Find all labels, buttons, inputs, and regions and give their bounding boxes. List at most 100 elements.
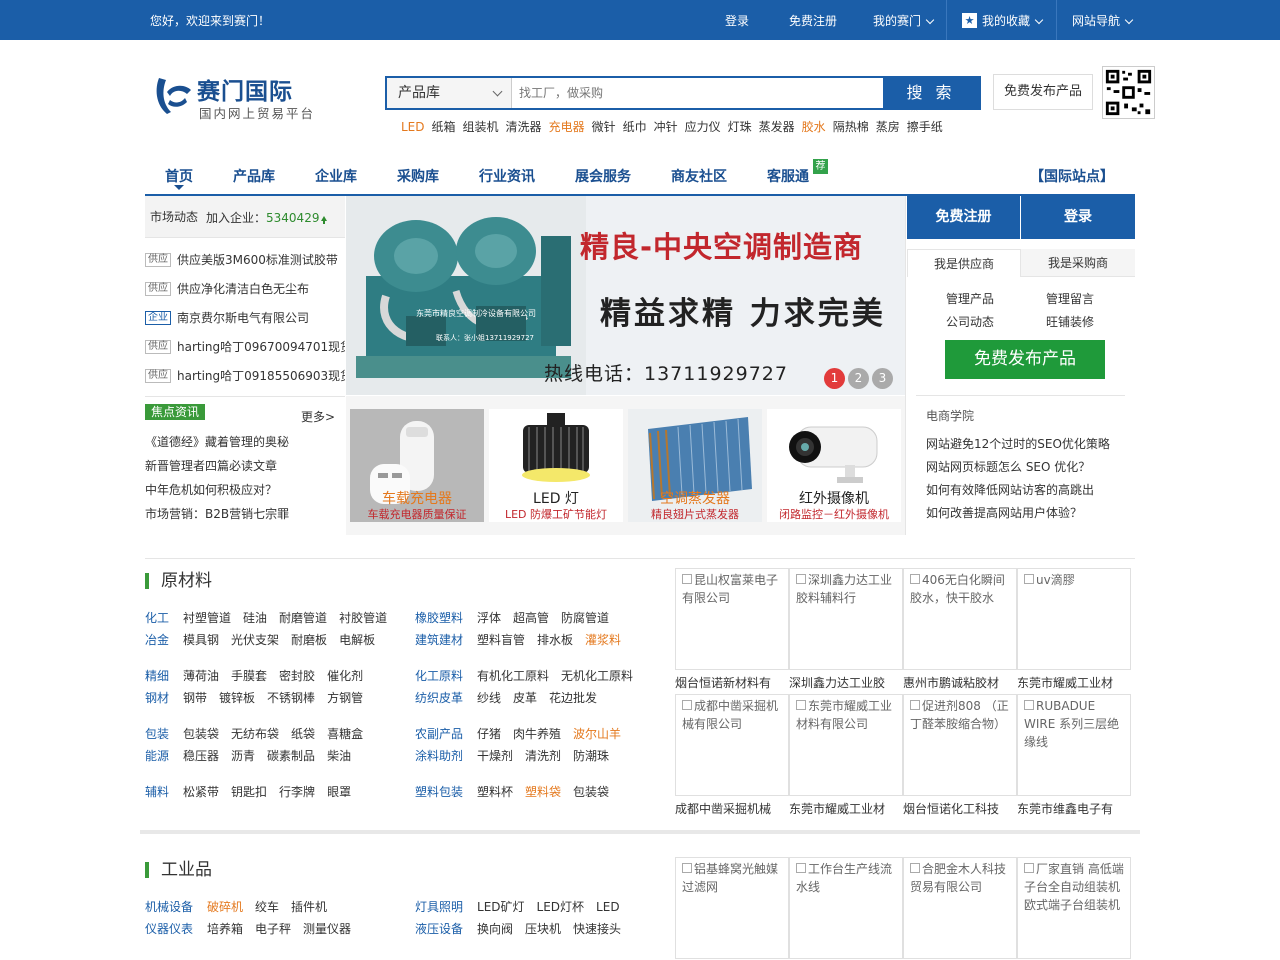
category-heading-link[interactable]: 钢材 [145, 691, 169, 705]
nav-products[interactable]: 产品库 [233, 166, 275, 186]
market-item[interactable]: 供应 harting哈丁09185506903现货 [145, 367, 345, 387]
search-button[interactable]: 搜 索 [883, 78, 979, 108]
product-card-ir-camera[interactable]: 红外摄像机 闭路监控－红外摄像机 [767, 409, 901, 522]
category-item-link[interactable]: 插件机 [291, 900, 327, 914]
category-item-link[interactable]: 钥匙扣 [231, 785, 267, 799]
hot-word-link[interactable]: 灯珠 [728, 120, 752, 134]
hot-word-link[interactable]: 隔热棉 [833, 120, 869, 134]
hot-word-link[interactable]: 蒸发器 [759, 120, 795, 134]
hot-word-link[interactable]: 纸巾 [623, 120, 647, 134]
site-logo[interactable]: 赛门国际 国内网上贸易平台 [153, 72, 325, 122]
category-item-link[interactable]: 波尔山羊 [573, 727, 621, 741]
category-heading-link[interactable]: 橡胶塑料 [415, 611, 463, 625]
category-item-link[interactable]: 仔猪 [477, 727, 501, 741]
category-item-link[interactable]: 测量仪器 [303, 922, 351, 936]
register-button[interactable]: 免费注册 [907, 196, 1020, 239]
gallery-item[interactable]: 东莞市耀威工业材料有限公司 [789, 694, 903, 796]
category-item-link[interactable]: 塑料袋 [525, 785, 561, 799]
gallery-item[interactable]: RUBADUE WIRE 系列三层绝缘线 [1017, 694, 1131, 796]
category-item-link[interactable]: 包装袋 [573, 785, 609, 799]
hot-word-link[interactable]: 应力仪 [685, 120, 721, 134]
category-item-link[interactable]: 方钢管 [327, 691, 363, 705]
publish-product-green-button[interactable]: 免费发布产品 [945, 340, 1105, 379]
category-heading-link[interactable]: 纺织皮革 [415, 691, 463, 705]
nav-purchases[interactable]: 采购库 [397, 166, 439, 186]
category-item-link[interactable]: 干燥剂 [477, 749, 513, 763]
academy-article[interactable]: 网站避免12个过时的SEO优化策略 [926, 435, 1110, 452]
category-heading-link[interactable]: 化工 [145, 611, 169, 625]
category-item-link[interactable]: 手膜套 [231, 669, 267, 683]
category-item-link[interactable]: LED [596, 900, 620, 914]
hot-word-link[interactable]: 清洗器 [506, 120, 542, 134]
category-item-link[interactable]: 喜糖盒 [327, 727, 363, 741]
category-item-link[interactable]: 纸袋 [291, 727, 315, 741]
category-item-link[interactable]: 电子秤 [255, 922, 291, 936]
category-heading-link[interactable]: 能源 [145, 749, 169, 763]
category-item-link[interactable]: 超高管 [513, 611, 549, 625]
login-button[interactable]: 登录 [1021, 196, 1135, 239]
category-item-link[interactable]: 柴油 [327, 749, 351, 763]
nav-customer-service[interactable]: 客服通 [767, 166, 809, 186]
favorites-menu[interactable]: ★ 我的收藏 [962, 12, 1044, 29]
academy-article[interactable]: 如何改善提高网站用户体验？ [926, 504, 1082, 521]
register-link[interactable]: 免费注册 [789, 12, 837, 29]
category-item-link[interactable]: 塑料杯 [477, 785, 513, 799]
gallery-item[interactable]: 铝基蜂窝光触媒过滤网 [675, 857, 789, 959]
category-item-link[interactable]: 沥青 [231, 749, 255, 763]
category-item-link[interactable]: 衬塑管道 [183, 611, 231, 625]
category-item-link[interactable]: LED矿灯 [477, 900, 525, 914]
category-item-link[interactable]: 排水板 [537, 633, 573, 647]
category-item-link[interactable]: 有机化工原料 [477, 669, 549, 683]
manage-messages-link[interactable]: 管理留言 [1046, 290, 1094, 307]
product-card-led-lamp[interactable]: LED 灯 LED 防爆工矿节能灯 [489, 409, 623, 522]
hot-word-link[interactable]: 冲针 [654, 120, 678, 134]
my-saimen-menu[interactable]: 我的赛门 [873, 12, 935, 29]
nav-international[interactable]: 【国际站点】 [1030, 166, 1114, 186]
login-link[interactable]: 登录 [725, 12, 749, 29]
category-heading-link[interactable]: 灯具照明 [415, 900, 463, 914]
category-item-link[interactable]: 衬胶管道 [339, 611, 387, 625]
category-item-link[interactable]: 无机化工原料 [561, 669, 633, 683]
category-heading-link[interactable]: 涂料助剂 [415, 749, 463, 763]
category-item-link[interactable]: 不锈钢棒 [267, 691, 315, 705]
news-item[interactable]: 新晋管理者四篇必读文章 [145, 457, 277, 474]
more-news-link[interactable]: 更多> [301, 408, 335, 425]
category-item-link[interactable]: 催化剂 [327, 669, 363, 683]
category-item-link[interactable]: 换向阀 [477, 922, 513, 936]
category-item-link[interactable]: 塑料盲管 [477, 633, 525, 647]
shop-decoration-link[interactable]: 旺铺装修 [1046, 313, 1094, 330]
carousel-dot-3[interactable]: 3 [872, 368, 893, 389]
category-item-link[interactable]: 破碎机 [207, 900, 243, 914]
product-card-evaporator[interactable]: 空调蒸发器 精良翅片式蒸发器 [628, 409, 762, 522]
category-item-link[interactable]: 松紧带 [183, 785, 219, 799]
category-heading-link[interactable]: 液压设备 [415, 922, 463, 936]
category-item-link[interactable]: 快速接头 [573, 922, 621, 936]
gallery-item[interactable]: 406无白化瞬间胶水，快干胶水 [903, 568, 1017, 670]
site-nav-menu[interactable]: 网站导航 [1072, 12, 1134, 29]
category-heading-link[interactable]: 化工原料 [415, 669, 463, 683]
category-item-link[interactable]: 薄荷油 [183, 669, 219, 683]
gallery-item-caption[interactable]: 东莞市维鑫电子有 [1017, 800, 1131, 817]
category-heading-link[interactable]: 农副产品 [415, 727, 463, 741]
category-heading-link[interactable]: 精细 [145, 669, 169, 683]
category-heading-link[interactable]: 辅料 [145, 785, 169, 799]
gallery-item-caption[interactable]: 深圳鑫力达工业胶 [789, 674, 903, 691]
category-item-link[interactable]: 无纺布袋 [231, 727, 279, 741]
category-heading-link[interactable]: 建筑建材 [415, 633, 463, 647]
nav-home[interactable]: 首页 [165, 166, 193, 186]
carousel-dot-2[interactable]: 2 [848, 368, 869, 389]
category-item-link[interactable]: 钢带 [183, 691, 207, 705]
category-item-link[interactable]: 浮体 [477, 611, 501, 625]
market-item[interactable]: 供应 harting哈丁09670094701现货 [145, 338, 345, 358]
gallery-item[interactable]: 合肥金木人科技贸易有限公司 [903, 857, 1017, 959]
gallery-item[interactable]: uv滴膠 [1017, 568, 1131, 670]
hot-word-link[interactable]: 胶水 [802, 120, 826, 134]
nav-industry-news[interactable]: 行业资讯 [479, 166, 535, 186]
tab-supplier[interactable]: 我是供应商 [907, 249, 1021, 277]
category-item-link[interactable]: 皮革 [513, 691, 537, 705]
market-item[interactable]: 供应 供应净化清洁白色无尘布 [145, 280, 345, 300]
academy-article[interactable]: 网站网页标题怎么 SEO 优化？ [926, 458, 1090, 475]
category-item-link[interactable]: 电解板 [339, 633, 375, 647]
manage-products-link[interactable]: 管理产品 [946, 290, 994, 307]
nav-exhibitions[interactable]: 展会服务 [575, 166, 631, 186]
